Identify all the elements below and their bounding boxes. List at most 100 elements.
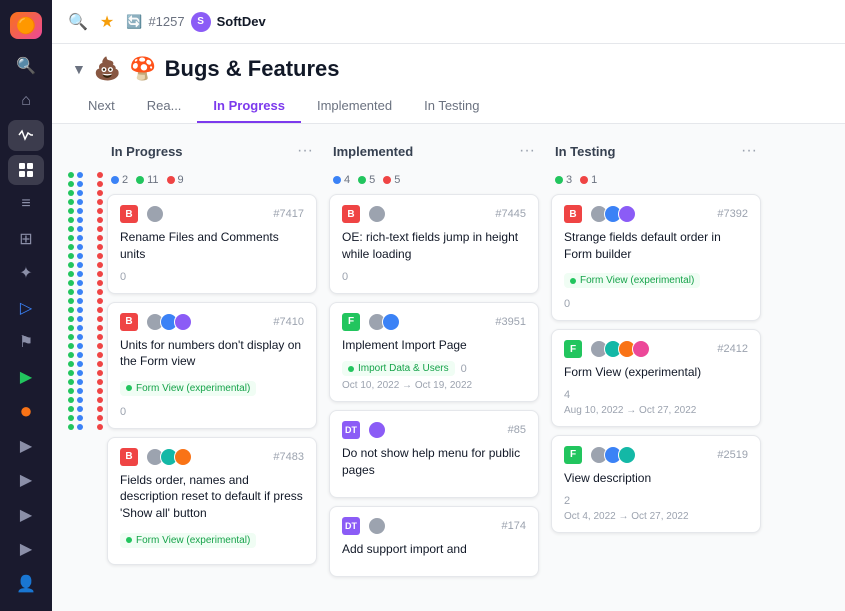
stat-green: 3 (555, 174, 572, 186)
star-button[interactable]: ★ (100, 12, 114, 32)
stat-red: 9 (167, 174, 184, 186)
card-type-bug: B (120, 313, 138, 331)
column-in-testing-header: In Testing ··· (551, 136, 761, 166)
card-type-feature: F (342, 313, 360, 331)
card-date: Oct 4, 2022 → Oct 27, 2022 (564, 511, 748, 522)
card-title: Implement Import Page (342, 337, 526, 354)
card-title: Form View (experimental) (564, 364, 748, 381)
column-implemented: Implemented ··· 4 5 5 (329, 136, 539, 585)
card-7417[interactable]: B #7417 Rename Files and Comments units … (107, 194, 317, 294)
chevron-right-4-icon[interactable]: ▶ (8, 534, 44, 565)
issue-num: #7392 (717, 208, 748, 220)
pulse-icon[interactable] (8, 120, 44, 151)
card-2519[interactable]: F #2519 View description 2 Oct 4, 2022 →… (551, 435, 761, 533)
dot-orange-icon[interactable]: ● (8, 396, 44, 427)
card-tag: Form View (experimental) (120, 381, 256, 396)
chevron-right-2-icon[interactable]: ▶ (8, 465, 44, 496)
card-3951[interactable]: F #3951 Implement Import Page Import Dat… (329, 302, 539, 403)
nav-implemented[interactable]: Implemented (301, 90, 408, 123)
page-emoji1: 💩 (94, 56, 121, 82)
column-in-testing: In Testing ··· 3 1 B (551, 136, 761, 541)
card-avatars (368, 421, 386, 439)
avatar-4 (632, 340, 650, 358)
play-circle-icon[interactable]: ▶ (8, 362, 44, 393)
stat-green: 11 (136, 174, 158, 186)
sidebar: 🟠 🔍 ⌂ ≡ ⊞ ✦ ▷ ⚑ ▶ ● ▶ ▶ ▶ ▶ 👤 (0, 0, 52, 611)
card-type-bug: B (120, 205, 138, 223)
issue-num: #7410 (273, 316, 304, 328)
card-type-bug: B (120, 448, 138, 466)
card-avatars (590, 205, 636, 223)
user-icon[interactable]: 👤 (8, 569, 44, 600)
card-7483[interactable]: B #7483 Fields order, names and descript… (107, 437, 317, 565)
card-count: 4 (564, 389, 748, 401)
card-7445[interactable]: B #7445 OE: rich-text fields jump in hei… (329, 194, 539, 294)
card-title: Rename Files and Comments units (120, 229, 304, 263)
issue-num: #85 (508, 424, 526, 436)
issue-num: #7417 (273, 208, 304, 220)
grid-icon[interactable]: ⊞ (8, 224, 44, 255)
card-count: 0 (342, 271, 526, 283)
chevron-right-1-icon[interactable]: ▶ (8, 431, 44, 462)
card-title: OE: rich-text fields jump in height whil… (342, 229, 526, 263)
board-nav: Next Rea... In Progress Implemented In T… (52, 90, 845, 124)
tag-count: 0 (461, 363, 467, 375)
avatar-1 (146, 205, 164, 223)
sidebar-logo[interactable]: 🟠 (10, 12, 42, 39)
nav-rea[interactable]: Rea... (131, 90, 198, 123)
card-date: Oct 10, 2022 → Oct 19, 2022 (342, 380, 526, 391)
card-type-dt: DT (342, 517, 360, 535)
column-in-progress: In Progress ··· 2 11 9 (107, 136, 317, 573)
flag-icon[interactable]: ⚑ (8, 327, 44, 358)
card-type-feature: F (564, 340, 582, 358)
column-in-testing-title: In Testing (555, 144, 615, 159)
issue-num: #3951 (495, 316, 526, 328)
card-tag: Form View (experimental) (120, 533, 256, 548)
card-174[interactable]: DT #174 Add support import and (329, 506, 539, 577)
menu-icon[interactable]: ≡ (8, 189, 44, 220)
search-icon[interactable]: 🔍 (8, 51, 44, 82)
home-icon[interactable]: ⌂ (8, 86, 44, 117)
card-7392[interactable]: B #7392 Strange fields default order in … (551, 194, 761, 321)
card-85[interactable]: DT #85 Do not show help menu for public … (329, 410, 539, 498)
card-type-bug: B (564, 205, 582, 223)
collapse-icon[interactable]: ▼ (72, 61, 86, 77)
card-avatars (368, 517, 386, 535)
page-title: Bugs & Features (165, 56, 340, 82)
column-implemented-stats: 4 5 5 (329, 174, 539, 194)
issue-num: #174 (502, 520, 526, 532)
nav-in-testing[interactable]: In Testing (408, 90, 495, 123)
card-title: Units for numbers don't display on the F… (120, 337, 304, 371)
column-in-progress-title: In Progress (111, 144, 183, 159)
stat-red: 1 (580, 174, 597, 186)
card-avatars (368, 313, 400, 331)
column-implemented-menu[interactable]: ··· (519, 142, 535, 160)
board-icon[interactable] (8, 155, 44, 186)
card-avatars (146, 448, 192, 466)
issue-num: #2412 (717, 343, 748, 355)
column-in-testing-menu[interactable]: ··· (741, 142, 757, 160)
card-tag-row: Import Data & Users 0 (342, 361, 526, 376)
triangle-icon[interactable]: ▷ (8, 293, 44, 324)
stat-red: 5 (383, 174, 400, 186)
column-in-progress-menu[interactable]: ··· (297, 142, 313, 160)
search-button[interactable]: 🔍 (68, 12, 88, 32)
content-area: ▼ 💩 🍄 Bugs & Features Next Rea... In Pro… (52, 44, 845, 611)
star-outline-icon[interactable]: ✦ (8, 258, 44, 289)
issue-num: #7483 (273, 451, 304, 463)
avatar: S (191, 12, 211, 32)
column-in-testing-stats: 3 1 (551, 174, 761, 194)
column-in-progress-header: In Progress ··· (107, 136, 317, 166)
card-date: Aug 10, 2022 → Oct 27, 2022 (564, 405, 748, 416)
card-2412[interactable]: F #2412 Form View (experimental) 4 Aug 1… (551, 329, 761, 427)
chevron-right-3-icon[interactable]: ▶ (8, 500, 44, 531)
stat-green: 5 (358, 174, 375, 186)
nav-in-progress[interactable]: In Progress (197, 90, 301, 123)
page-emoji2: 🍄 (129, 56, 156, 82)
stat-blue: 2 (111, 174, 128, 186)
avatar-2 (382, 313, 400, 331)
kanban-board: In Progress ··· 2 11 9 (52, 124, 845, 611)
card-7410[interactable]: B #7410 Units for numbers don't display … (107, 302, 317, 429)
nav-next[interactable]: Next (72, 90, 131, 123)
card-title: Fields order, names and description rese… (120, 472, 304, 522)
